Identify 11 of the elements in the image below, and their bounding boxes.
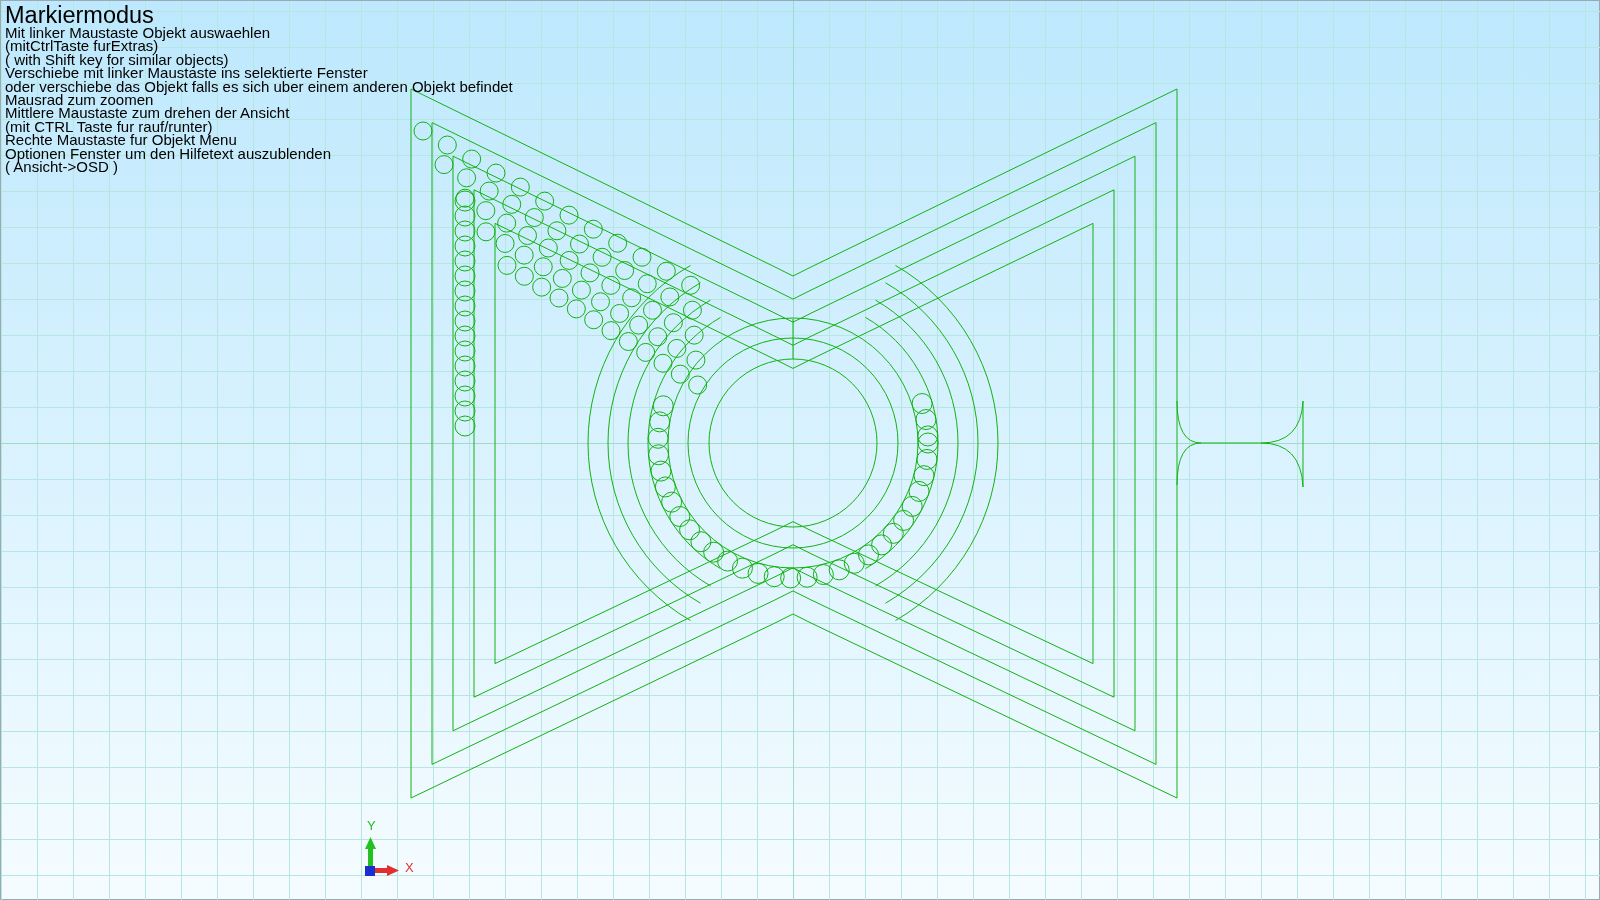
x-axis-label: X — [405, 861, 414, 874]
help-text-line: Mausrad zum zoomen — [5, 93, 154, 107]
mode-title: Markiermodus — [5, 4, 154, 26]
axis-icon — [363, 837, 399, 877]
help-text-line: (mitCtrlTaste furExtras) — [5, 39, 159, 53]
help-text-line: Mit linker Maustaste Objekt auswaehlen — [5, 26, 271, 40]
help-text-line: Mittlere Maustaste zum drehen der Ansicht — [5, 106, 290, 120]
help-text-line: ( Ansicht->OSD ) — [5, 160, 118, 174]
y-axis-label: Y — [367, 819, 376, 832]
help-text-line: oder verschiebe das Objekt falls es sich uber einem anderen Objekt befindet — [5, 79, 513, 94]
help-text-line: (mit CTRL Taste fur rauf/runter) — [5, 119, 213, 134]
